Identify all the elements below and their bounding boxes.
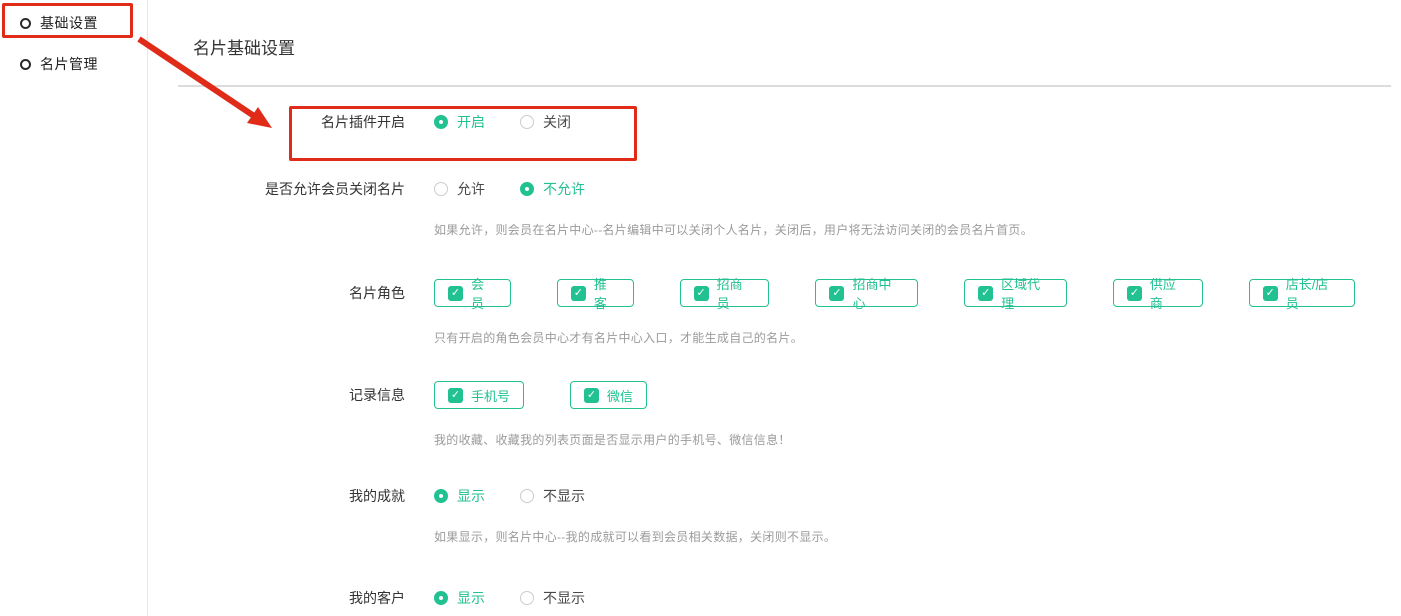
form-row-my-customers: 我的客户 显示 不显示 (0, 584, 1401, 612)
field-label: 名片角色 (0, 283, 405, 303)
sidebar-item-label: 名片管理 (40, 54, 98, 74)
radio-unchecked-icon[interactable] (434, 182, 448, 196)
form-row-plugin-switch: 名片插件开启 开启 关闭 (0, 108, 1401, 136)
radio-option-allow[interactable]: 允许 (434, 179, 485, 199)
radio-unchecked-icon[interactable] (520, 489, 534, 503)
radio-checked-icon[interactable] (520, 182, 534, 196)
radio-checked-icon[interactable] (434, 489, 448, 503)
check-icon[interactable]: ✓ (1127, 286, 1142, 301)
sidebar: 基础设置 名片管理 (0, 0, 148, 616)
radio-unchecked-icon[interactable] (520, 115, 534, 129)
circle-icon (20, 18, 31, 29)
radio-option-show[interactable]: 显示 (434, 486, 485, 506)
radio-option-off[interactable]: 关闭 (520, 112, 571, 132)
check-icon[interactable]: ✓ (584, 388, 599, 403)
checkbox-pill-investment-center[interactable]: ✓ 招商中心 (815, 279, 918, 307)
checkbox-pill-regional-agent[interactable]: ✓ 区域代理 (964, 279, 1067, 307)
check-icon[interactable]: ✓ (978, 286, 993, 301)
radio-unchecked-icon[interactable] (520, 591, 534, 605)
checkbox-pill-supplier[interactable]: ✓ 供应商 (1113, 279, 1203, 307)
checkbox-pill-investment-agent[interactable]: ✓ 招商员 (680, 279, 770, 307)
sidebar-item-basic-settings[interactable]: 基础设置 (0, 11, 148, 35)
page-title: 名片基础设置 (193, 34, 295, 59)
radio-option-show[interactable]: 显示 (434, 588, 485, 608)
form-row-card-roles: 名片角色 ✓ 会员 ✓ 推客 ✓ 招商员 ✓ 招商中心 ✓ 区域代理 ✓ 供应商… (0, 279, 1401, 307)
form-row-record-info: 记录信息 ✓ 手机号 ✓ 微信 (0, 381, 1401, 409)
circle-icon (20, 59, 31, 70)
radio-option-hide[interactable]: 不显示 (520, 588, 585, 608)
check-icon[interactable]: ✓ (694, 286, 709, 301)
radio-option-disallow[interactable]: 不允许 (520, 179, 585, 199)
annotation-arrow (0, 0, 1401, 616)
checkbox-pill-phone[interactable]: ✓ 手机号 (434, 381, 524, 409)
form-row-my-achievements: 我的成就 显示 不显示 (0, 482, 1401, 510)
field-label: 我的成就 (0, 486, 405, 506)
check-icon[interactable]: ✓ (829, 286, 844, 301)
checkbox-pill-promoter[interactable]: ✓ 推客 (557, 279, 634, 307)
checkbox-pill-wechat[interactable]: ✓ 微信 (570, 381, 647, 409)
header-divider (178, 85, 1391, 87)
field-label: 名片插件开启 (0, 112, 405, 132)
radio-checked-icon[interactable] (434, 115, 448, 129)
checkbox-pill-member[interactable]: ✓ 会员 (434, 279, 511, 307)
field-help-text: 如果显示，则名片中心--我的成就可以看到会员相关数据，关闭则不显示。 (434, 528, 836, 545)
check-icon[interactable]: ✓ (571, 286, 586, 301)
form-row-allow-close: 是否允许会员关闭名片 允许 不允许 (0, 175, 1401, 203)
field-label: 记录信息 (0, 385, 405, 405)
check-icon[interactable]: ✓ (1263, 286, 1278, 301)
sidebar-item-label: 基础设置 (40, 13, 98, 33)
radio-option-hide[interactable]: 不显示 (520, 486, 585, 506)
check-icon[interactable]: ✓ (448, 388, 463, 403)
field-label: 我的客户 (0, 588, 405, 608)
check-icon[interactable]: ✓ (448, 286, 463, 301)
radio-checked-icon[interactable] (434, 591, 448, 605)
radio-option-on[interactable]: 开启 (434, 112, 485, 132)
field-label: 是否允许会员关闭名片 (0, 179, 405, 199)
field-help-text: 只有开启的角色会员中心才有名片中心入口，才能生成自己的名片。 (434, 329, 803, 346)
sidebar-item-card-management[interactable]: 名片管理 (0, 52, 148, 76)
checkbox-pill-shop-staff[interactable]: ✓ 店长/店员 (1249, 279, 1355, 307)
field-help-text: 我的收藏、收藏我的列表页面是否显示用户的手机号、微信信息！ (434, 431, 791, 448)
field-help-text: 如果允许，则会员在名片中心--名片编辑中可以关闭个人名片，关闭后，用户将无法访问… (434, 221, 1033, 238)
